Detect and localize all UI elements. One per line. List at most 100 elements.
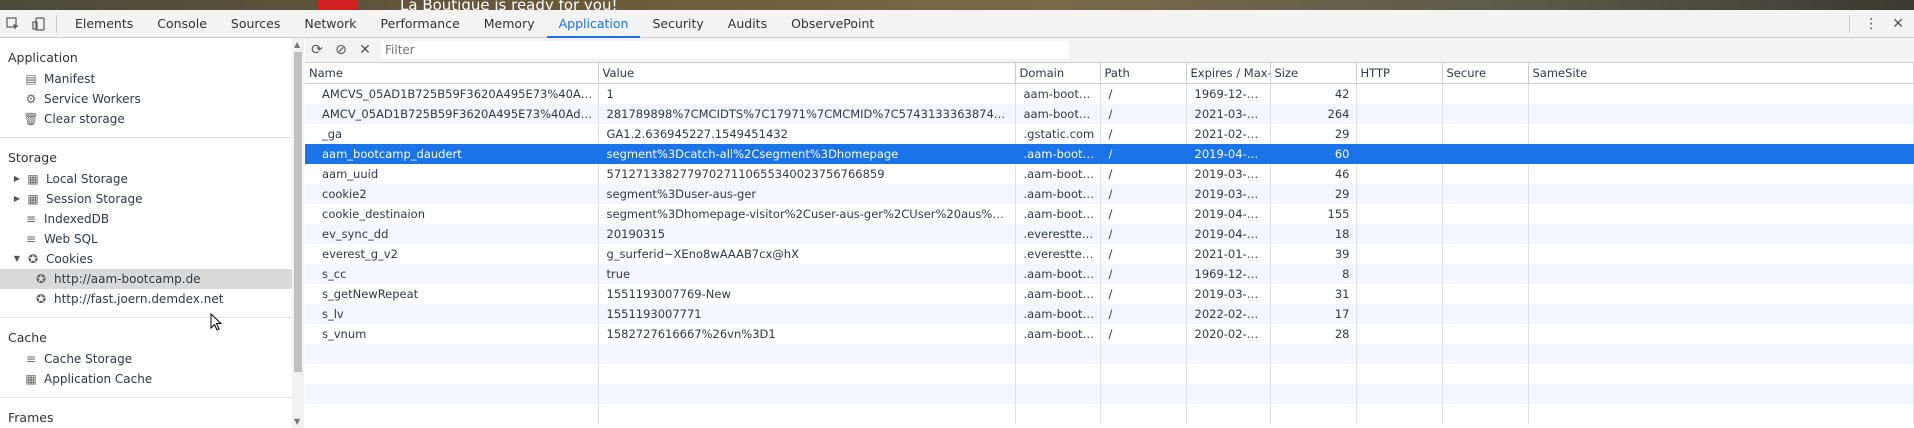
cell-name: AMCVS_05AD1B725B59F3620A495E73%40AdobeOr… [305,83,599,104]
cell-secure [1442,144,1529,164]
expand-arrow-icon[interactable]: ▶ [12,189,22,209]
tab-elements[interactable]: Elements [63,10,145,37]
table-row[interactable]: everest_g_v2 g_surferid~XEno8wAAAB7cx@hX.… [305,244,1914,264]
scroll-up-icon[interactable]: ▲ [294,40,300,49]
cell-http [1356,104,1443,124]
sidebar-item-application-cache[interactable]: ▦ Application Cache [0,369,292,389]
table-row[interactable]: AMCVS_05AD1B725B59F3620A495E73%40AdobeOr… [305,83,1914,104]
cell-name: s_cc [305,264,599,284]
empty-cell [1528,404,1914,424]
tab-performance[interactable]: Performance [369,10,472,37]
sidebar-item-manifest[interactable]: ▤ Manifest [0,69,292,89]
column-header[interactable]: Path [1100,63,1187,84]
empty-cell [1015,384,1101,404]
sidebar-item-indexeddb[interactable]: ≡ IndexedDB [0,209,292,229]
cell-path: / [1100,204,1187,224]
column-header[interactable]: Size [1270,63,1357,84]
sidebar-item-label: IndexedDB [44,212,110,226]
scrollbar-thumb[interactable] [294,52,302,372]
cell-domain: .gstatic.com [1015,124,1101,144]
column-header[interactable]: Domain [1015,63,1101,84]
column-header[interactable]: Name [305,63,599,84]
collapse-arrow-icon[interactable]: ▼ [12,249,22,269]
sidebar-item-service-workers[interactable]: ⚙ Service Workers [0,89,292,109]
cell-expires: 2019-04-14T13:... [1186,204,1271,224]
cell-size: 39 [1270,244,1357,264]
table-row[interactable]: aam_bootcamp_daudert segment%3Dcatch-all%… [305,144,1914,164]
sidebar-item-local-storage[interactable]: ▶ ▦ Local Storage [0,169,292,189]
inspect-element-icon[interactable] [0,11,26,37]
tab-audits[interactable]: Audits [716,10,779,37]
empty-cell [1100,344,1187,364]
tab-security[interactable]: Security [640,10,715,37]
cell-expires: 2021-02-05T11:... [1186,124,1271,144]
expand-arrow-icon[interactable]: ▶ [12,169,22,189]
table-row[interactable]: s_lv1551193007771.aam-bootcamp..../2022-… [305,304,1914,324]
tab-observepoint[interactable]: ObservePoint [779,10,886,37]
table-row[interactable]: cookie_destinaion segment%3Dhomepage-visi… [305,204,1914,224]
table-row[interactable]: cookie2 segment%3Duser-aus-ger .aam-bootca… [305,184,1914,204]
empty-cell [1442,364,1529,384]
clear-all-icon[interactable]: ⊘ [329,38,353,62]
cell-secure [1442,244,1529,264]
manifest-icon: ▤ [25,72,37,86]
table-row[interactable]: AMCV_05AD1B725B59F3620A495E73%40AdobeOrg… [305,104,1914,124]
cell-value: g_surferid~XEno8wAAAB7cx@hX [598,244,1016,264]
column-header[interactable]: Expires / Max-A... [1186,63,1271,84]
filter-input[interactable] [381,41,1069,59]
device-toolbar-icon[interactable] [26,11,52,37]
close-icon[interactable]: ✕ [1892,16,1904,32]
sidebar-item-cookie-domain[interactable]: ✪ http://fast.joern.demdex.net [0,289,292,309]
sidebar-scrollbar[interactable]: ▲ ▼ [292,38,304,428]
sidebar-item-clear-storage[interactable]: 🗑 Clear storage [0,109,292,129]
window-controls: ⋮ ✕ [1849,10,1904,37]
cell-domain: .aam-bootcamp.... [1015,164,1101,184]
empty-cell [1442,384,1529,404]
column-header[interactable]: Secure [1442,63,1529,84]
cell-secure [1442,83,1529,104]
cell-name: _ga [305,124,599,144]
scroll-down-icon[interactable]: ▼ [294,417,300,426]
sidebar-item-cache-storage[interactable]: ≡ Cache Storage [0,349,292,369]
column-header[interactable]: SameSite [1528,63,1914,84]
table-row[interactable]: s_getNewRepeat 1551193007769-New .aam-boot… [305,284,1914,304]
cell-name: AMCV_05AD1B725B59F3620A495E73%40AdobeOrg [305,104,599,124]
sidebar-item-cookie-domain[interactable]: ✪ http://aam-bootcamp.de [0,269,292,289]
empty-cell [598,364,1016,384]
tab-console[interactable]: Console [145,10,219,37]
column-header[interactable]: HTTP [1356,63,1443,84]
table-row[interactable]: ev_sync_dd20190315.everesttech.net/2019-… [305,224,1914,244]
cell-samesite [1528,324,1914,344]
sidebar-item-cookies[interactable]: ▼ ✪ Cookies [0,249,292,269]
tab-network[interactable]: Network [292,10,368,37]
tab-application[interactable]: Application [546,10,641,38]
cell-samesite [1528,304,1914,324]
tab-sources[interactable]: Sources [219,10,292,37]
toolbar-divider [56,14,57,33]
cell-secure [1442,184,1529,204]
cell-path: / [1100,104,1187,124]
table-row[interactable]: s_vnum1582727616667%26vn%3D1.aam-bootcam… [305,324,1914,344]
delete-selected-icon[interactable]: ✕ [353,38,377,62]
cell-value: 1551193007771 [598,304,1016,324]
table-row[interactable]: aam_uuid 57127133827797027110655340023756… [305,164,1914,184]
cell-path: / [1100,304,1187,324]
empty-cell [1186,344,1271,364]
cell-secure [1442,304,1529,324]
cell-expires: 1969-12-31T23:... [1186,83,1271,104]
cookie-icon: ✪ [35,292,47,306]
cell-domain: .everesttech.net [1015,244,1101,264]
cell-name: aam_bootcamp_daudert [305,144,599,164]
refresh-icon[interactable]: ⟳ [305,38,329,62]
cookies-toolbar: ⟳ ⊘ ✕ [305,38,1914,63]
empty-cell [1270,404,1357,424]
table-row[interactable]: _ga GA1.2.636945227.1549451432 .gstatic.co… [305,124,1914,144]
sidebar-item-session-storage[interactable]: ▶ ▦ Session Storage [0,189,292,209]
cell-samesite [1528,164,1914,184]
cell-size: 18 [1270,224,1357,244]
tab-memory[interactable]: Memory [472,10,547,37]
column-header[interactable]: Value [598,63,1016,84]
sidebar-item-web-sql[interactable]: ≡ Web SQL [0,229,292,249]
table-row[interactable]: s_cctrue.aam-bootcamp..../1969-12-31T23:… [305,264,1914,284]
more-options-icon[interactable]: ⋮ [1864,16,1878,32]
